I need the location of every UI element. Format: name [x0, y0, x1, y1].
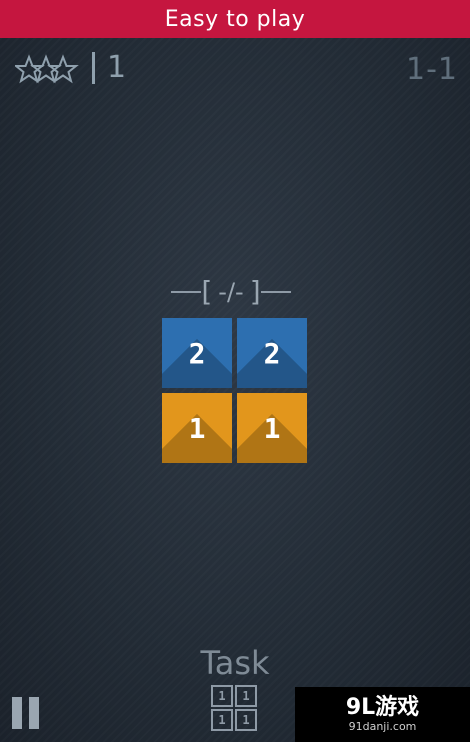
- watermark-logo: 9L游戏 91danji.com: [295, 687, 470, 742]
- target-bracket-right: ]: [249, 275, 261, 308]
- tile[interactable]: 1: [237, 393, 307, 463]
- target-indicator: [ -/- ]: [155, 276, 307, 308]
- task-cell: 1: [235, 685, 257, 707]
- star-count: 1: [107, 50, 127, 85]
- pause-bar-right: [29, 697, 39, 729]
- target-line-left: [171, 291, 202, 293]
- task-cell: 1: [235, 709, 257, 731]
- top-banner: Easy to play: [0, 0, 470, 38]
- watermark-sub: 91danji.com: [348, 720, 417, 733]
- hud-divider: [92, 52, 95, 84]
- task-label: Task: [200, 644, 270, 682]
- tile-value: 1: [263, 411, 281, 445]
- level-indicator: 1-1: [406, 52, 458, 87]
- tile[interactable]: 2: [162, 318, 232, 388]
- pause-icon[interactable]: [12, 697, 40, 729]
- banner-text: Easy to play: [164, 6, 306, 32]
- stars-icon: [15, 54, 79, 84]
- target-line-right: [260, 291, 291, 293]
- tile-grid: 2 2 1 1: [162, 318, 307, 463]
- watermark-main: 9L游戏: [345, 695, 420, 720]
- tile[interactable]: 1: [162, 393, 232, 463]
- task-grid-icon[interactable]: 1 1 1 1: [211, 685, 257, 731]
- pause-bar-left: [12, 697, 22, 729]
- target-value: -/-: [218, 278, 244, 306]
- tile[interactable]: 2: [237, 318, 307, 388]
- target-bracket-left: [: [201, 275, 213, 308]
- tile-value: 1: [188, 411, 206, 445]
- task-cell: 1: [211, 709, 233, 731]
- tile-value: 2: [263, 336, 281, 370]
- task-cell: 1: [211, 685, 233, 707]
- tile-value: 2: [188, 336, 206, 370]
